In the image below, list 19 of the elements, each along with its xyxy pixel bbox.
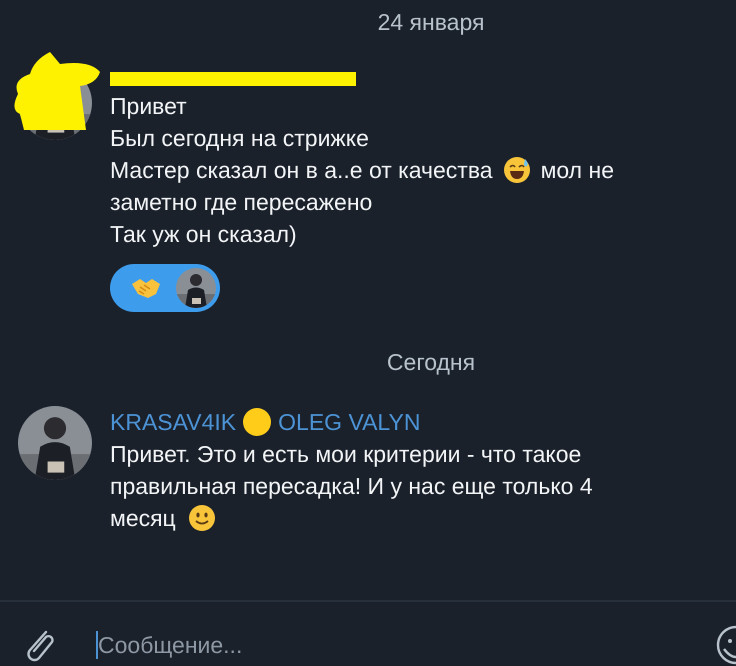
message-text: правильная пересадка! И у нас еще только 4 [110,472,593,501]
smile-emoji-icon [188,504,216,532]
message-text: Привет [110,92,187,121]
date-label: 24 января [378,8,484,37]
date-label: Сегодня [386,348,476,377]
message-input[interactable]: Сообщение... [96,628,672,662]
message-text: мол не [540,156,614,185]
message-text: Мастер сказал он в а..е от качества [110,156,493,185]
reaction-chip[interactable] [110,264,220,312]
sweat-smile-emoji-icon [502,156,531,184]
handshake-emoji-icon [130,276,162,300]
message-text: Привет. Это и есть мои критерии - что такое [110,440,582,469]
sender-name-suffix: OLEG VALYN [278,408,420,437]
circle-emoji-icon [242,407,272,437]
sender-name[interactable]: KRASAV4IK [110,406,236,438]
message-text: Так уж он сказал) [110,220,297,249]
message-text: месяц [110,504,176,533]
message-text: заметно где пересажено [110,188,372,217]
message-text: Был сегодня на стрижке [110,124,369,153]
